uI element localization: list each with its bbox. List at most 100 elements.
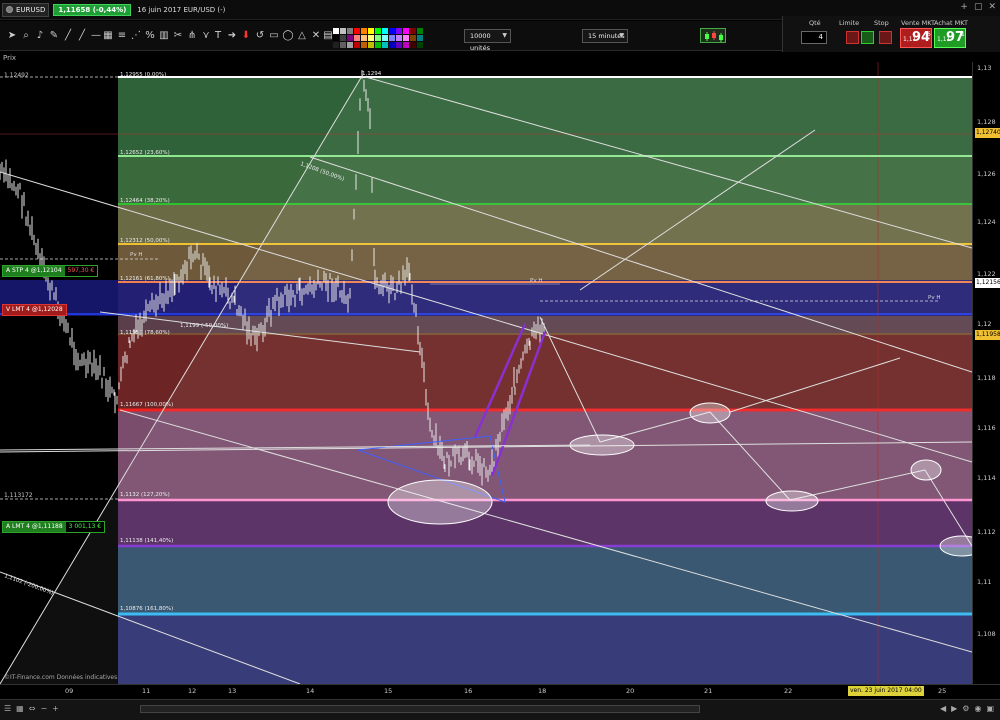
- percent-icon[interactable]: %: [144, 30, 156, 42]
- ray-icon[interactable]: ╱: [76, 30, 88, 42]
- color-swatch[interactable]: [375, 42, 381, 48]
- color-swatch[interactable]: [417, 35, 423, 41]
- alimt-order-tag[interactable]: A LMT 4 @1,11188 3 001,13 €: [2, 521, 106, 533]
- color-swatch[interactable]: [368, 28, 374, 34]
- color-swatch[interactable]: [403, 35, 409, 41]
- price-axis[interactable]: 1,13 1,128 1,126 1,124 1,122 1,12 1,118 1,116 1,…: [972, 62, 1000, 684]
- color-swatch[interactable]: [389, 28, 395, 34]
- color-swatch[interactable]: [333, 42, 339, 48]
- cursor-icon[interactable]: ➤: [6, 30, 18, 42]
- color-swatch[interactable]: [340, 28, 346, 34]
- pvh-label-2: Pv H: [530, 278, 542, 284]
- color-swatch[interactable]: [368, 35, 374, 41]
- zoom-icon[interactable]: ⌕: [20, 30, 32, 42]
- color-swatch[interactable]: [396, 42, 402, 48]
- color-swatch[interactable]: [368, 42, 374, 48]
- color-swatch[interactable]: [354, 42, 360, 48]
- channel-icon[interactable]: ▦: [102, 30, 114, 42]
- color-swatch[interactable]: [354, 35, 360, 41]
- color-swatch[interactable]: [389, 35, 395, 41]
- camera-icon[interactable]: ◉: [974, 704, 981, 713]
- color-swatch[interactable]: [396, 28, 402, 34]
- timeframe-dropdown[interactable]: 15 minutes ▼: [582, 29, 628, 43]
- triangle-icon[interactable]: △: [296, 30, 308, 42]
- symbol-selector[interactable]: EURUSD: [2, 2, 50, 17]
- x-tick: 16: [464, 687, 473, 695]
- color-swatch[interactable]: [410, 42, 416, 48]
- x-tick: 25: [938, 687, 947, 695]
- fib-label: 1,12652 (23,60%): [120, 150, 170, 156]
- settings-icon[interactable]: ⚙: [962, 704, 969, 713]
- color-swatch[interactable]: [361, 42, 367, 48]
- scroll-right-icon[interactable]: ▶: [951, 704, 957, 713]
- color-swatch[interactable]: [410, 35, 416, 41]
- units-dropdown[interactable]: 10000 unités ▼: [464, 29, 511, 52]
- arrow-icon[interactable]: ➜: [226, 30, 238, 42]
- color-swatch[interactable]: [375, 28, 381, 34]
- fib-label: 1,12464 (38,20%): [120, 198, 170, 204]
- delete-icon[interactable]: ✕: [310, 30, 322, 42]
- fib-icon[interactable]: ≡: [116, 30, 128, 42]
- add-icon[interactable]: +: [960, 2, 968, 12]
- arrow-down-icon[interactable]: ⬇: [240, 30, 252, 42]
- color-swatch[interactable]: [347, 35, 353, 41]
- color-swatch[interactable]: [361, 28, 367, 34]
- color-swatch[interactable]: [389, 42, 395, 48]
- layout-icon[interactable]: ▦: [16, 704, 24, 713]
- vlmt-order-tag[interactable]: V LMT 4 @1,12028: [2, 304, 67, 316]
- color-swatch[interactable]: [340, 35, 346, 41]
- color-swatch[interactable]: [333, 35, 339, 41]
- window-controls: + ▢ ✕: [960, 2, 996, 12]
- color-swatch[interactable]: [403, 42, 409, 48]
- color-swatch[interactable]: [375, 35, 381, 41]
- color-swatch[interactable]: [347, 28, 353, 34]
- sell-market-button[interactable]: 1,11 94 6: [900, 28, 932, 48]
- fan-icon[interactable]: ⋰: [130, 30, 142, 42]
- pitchfork-icon[interactable]: ⋎: [200, 30, 212, 42]
- fib-label: 1,11950 (78,60%): [120, 330, 170, 336]
- color-swatch[interactable]: [382, 35, 388, 41]
- color-swatch[interactable]: [354, 28, 360, 34]
- chart-type-button[interactable]: [700, 28, 726, 43]
- scroll-left-icon[interactable]: ◀: [940, 704, 946, 713]
- tools-icon[interactable]: ✂: [172, 30, 184, 42]
- close-icon[interactable]: ✕: [988, 2, 996, 12]
- pencil-icon[interactable]: ✎: [48, 30, 60, 42]
- text-icon[interactable]: T: [212, 30, 224, 42]
- color-swatch[interactable]: [403, 28, 409, 34]
- maximize-icon[interactable]: ▢: [974, 2, 983, 12]
- stop-sell-button[interactable]: [879, 31, 892, 44]
- rect-icon[interactable]: ▭: [268, 30, 280, 42]
- hline-icon[interactable]: —: [90, 30, 102, 42]
- color-swatch[interactable]: [382, 28, 388, 34]
- color-palette[interactable]: [333, 28, 423, 48]
- zoom-out-icon[interactable]: −: [40, 704, 47, 713]
- time-axis[interactable]: ven. 23 juin 2017 04:00 09 11 12 13 14 15 16 18…: [0, 684, 1000, 698]
- zoom-in-icon[interactable]: +: [52, 704, 59, 713]
- ellipse-icon[interactable]: ◯: [282, 30, 294, 42]
- limit-buy-button[interactable]: [861, 31, 874, 44]
- color-swatch[interactable]: [333, 28, 339, 34]
- magnet-icon[interactable]: ⋔: [186, 30, 198, 42]
- expand-icon[interactable]: ⇔: [29, 704, 36, 713]
- time-scrollbar[interactable]: [140, 705, 700, 713]
- bell-icon[interactable]: ♪: [34, 30, 46, 42]
- cycle-icon[interactable]: ↺: [254, 30, 266, 42]
- line-icon[interactable]: ╱: [62, 30, 74, 42]
- stop-order-tag[interactable]: A STP 4 @1,12104 597,30 €: [2, 265, 99, 277]
- stop-label: Stop: [874, 19, 889, 27]
- limit-sell-button[interactable]: [846, 31, 859, 44]
- color-swatch[interactable]: [340, 42, 346, 48]
- color-swatch[interactable]: [361, 35, 367, 41]
- menu-icon[interactable]: ☰: [4, 704, 11, 713]
- color-swatch[interactable]: [417, 28, 423, 34]
- color-swatch[interactable]: [347, 42, 353, 48]
- color-swatch[interactable]: [382, 42, 388, 48]
- buy-market-button[interactable]: 1,11 97 1: [934, 28, 966, 48]
- trash-icon[interactable]: ▥: [158, 30, 170, 42]
- print-icon[interactable]: ▣: [986, 704, 994, 713]
- color-swatch[interactable]: [410, 28, 416, 34]
- color-swatch[interactable]: [396, 35, 402, 41]
- color-swatch[interactable]: [417, 42, 423, 48]
- quantity-input[interactable]: 4: [801, 31, 827, 44]
